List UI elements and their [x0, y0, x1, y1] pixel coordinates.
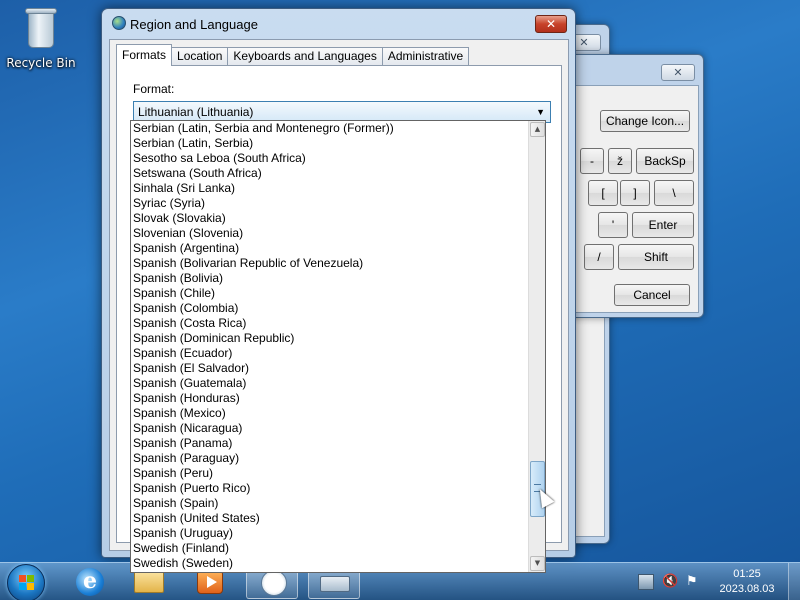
dropdown-item[interactable]: Spanish (Dominican Republic)	[131, 331, 529, 346]
dropdown-item[interactable]: Spanish (Uruguay)	[131, 526, 529, 541]
keyboard-window-close-button[interactable]: ✕	[661, 64, 695, 81]
dropdown-item[interactable]: Spanish (Chile)	[131, 286, 529, 301]
format-label: Format:	[133, 82, 175, 96]
tab-keyboards-and-languages[interactable]: Keyboards and Languages	[227, 47, 383, 65]
recycle-bin-icon	[24, 6, 58, 50]
key-apostrophe[interactable]: '	[598, 212, 628, 238]
clock-language-icon	[261, 570, 287, 596]
keyboard-icon	[320, 576, 350, 592]
windows-flag-icon	[19, 575, 35, 591]
taskbar-internet-explorer[interactable]	[64, 565, 116, 599]
dropdown-items: Serbian (Latin, Serbia and Montenegro (F…	[131, 121, 529, 571]
dropdown-item[interactable]: Spanish (Bolivia)	[131, 271, 529, 286]
dropdown-item[interactable]: Spanish (Costa Rica)	[131, 316, 529, 331]
scroll-down-button[interactable]: ▼	[530, 556, 545, 571]
key-slash[interactable]: /	[584, 244, 614, 270]
dialog-close-button[interactable]: ✕	[535, 15, 567, 33]
tab-formats[interactable]: Formats	[116, 44, 173, 66]
tab-strip: Formats Location Keyboards and Languages…	[116, 44, 470, 66]
recycle-bin-desktop-icon[interactable]: Recycle Bin	[6, 6, 76, 70]
dropdown-arrow-icon[interactable]: ▼	[536, 102, 545, 122]
network-icon[interactable]	[638, 574, 654, 590]
dropdown-item[interactable]: Spanish (Puerto Rico)	[131, 481, 529, 496]
dropdown-item[interactable]: Swedish (Sweden)	[131, 556, 529, 571]
dropdown-item[interactable]: Slovak (Slovakia)	[131, 211, 529, 226]
change-icon-button[interactable]: Change Icon...	[600, 110, 690, 132]
dropdown-item[interactable]: Serbian (Latin, Serbia and Montenegro (F…	[131, 121, 529, 136]
format-selected-value: Lithuanian (Lithuania)	[138, 105, 254, 119]
dropdown-item[interactable]: Spanish (Spain)	[131, 496, 529, 511]
dialog-title: Region and Language	[130, 17, 258, 32]
dropdown-item[interactable]: Serbian (Latin, Serbia)	[131, 136, 529, 151]
keyboard-window[interactable]: ✕ Change Icon... - ž BackSp [ ] \ ' Ente…	[560, 54, 704, 318]
show-desktop-button[interactable]	[788, 563, 800, 600]
key-enter[interactable]: Enter	[632, 212, 694, 238]
scroll-up-button[interactable]: ▲	[530, 122, 545, 137]
dropdown-item[interactable]: Spanish (Guatemala)	[131, 376, 529, 391]
dropdown-item[interactable]: Syriac (Syria)	[131, 196, 529, 211]
dropdown-item[interactable]: Swedish (Finland)	[131, 541, 529, 556]
start-button[interactable]	[7, 564, 45, 600]
dropdown-item[interactable]: Spanish (Argentina)	[131, 241, 529, 256]
recycle-bin-label: Recycle Bin	[6, 56, 76, 70]
key-minus[interactable]: -	[580, 148, 604, 174]
dropdown-item[interactable]: Spanish (Honduras)	[131, 391, 529, 406]
key-z-caron[interactable]: ž	[608, 148, 632, 174]
system-tray: 🔇 ⚑	[636, 574, 706, 592]
dropdown-item[interactable]: Spanish (Colombia)	[131, 301, 529, 316]
dropdown-item[interactable]: Spanish (Paraguay)	[131, 451, 529, 466]
tab-location[interactable]: Location	[171, 47, 229, 65]
dropdown-item[interactable]: Slovenian (Slovenia)	[131, 226, 529, 241]
dropdown-item[interactable]: Spanish (United States)	[131, 511, 529, 526]
key-backslash[interactable]: \	[654, 180, 694, 206]
dropdown-item[interactable]: Sinhala (Sri Lanka)	[131, 181, 529, 196]
clock-date: 2023.08.03	[719, 583, 775, 595]
clock-time: 01:25	[733, 568, 761, 580]
key-open-bracket[interactable]: [	[588, 180, 618, 206]
dropdown-item[interactable]: Spanish (El Salvador)	[131, 361, 529, 376]
dropdown-item[interactable]: Sesotho sa Leboa (South Africa)	[131, 151, 529, 166]
media-player-icon	[197, 570, 223, 594]
dropdown-item[interactable]: Setswana (South Africa)	[131, 166, 529, 181]
dropdown-item[interactable]: Spanish (Mexico)	[131, 406, 529, 421]
volume-muted-icon[interactable]: 🔇	[662, 574, 678, 590]
dropdown-item[interactable]: Spanish (Ecuador)	[131, 346, 529, 361]
cancel-button[interactable]: Cancel	[614, 284, 690, 306]
key-close-bracket[interactable]: ]	[620, 180, 650, 206]
key-shift[interactable]: Shift	[618, 244, 694, 270]
key-backspace[interactable]: BackSp	[636, 148, 694, 174]
dropdown-item[interactable]: Spanish (Bolivarian Republic of Venezuel…	[131, 256, 529, 271]
dropdown-item[interactable]: Spanish (Panama)	[131, 436, 529, 451]
taskbar-clock[interactable]: 01:25 2023.08.03	[715, 567, 779, 597]
format-dropdown-list[interactable]: Serbian (Latin, Serbia and Montenegro (F…	[130, 120, 546, 573]
tab-administrative[interactable]: Administrative	[381, 47, 470, 65]
globe-icon	[112, 16, 126, 30]
action-center-flag-icon[interactable]: ⚑	[686, 574, 702, 590]
dropdown-item[interactable]: Spanish (Nicaragua)	[131, 421, 529, 436]
folder-icon	[134, 571, 164, 593]
internet-explorer-icon	[76, 568, 104, 596]
dropdown-item[interactable]: Spanish (Peru)	[131, 466, 529, 481]
